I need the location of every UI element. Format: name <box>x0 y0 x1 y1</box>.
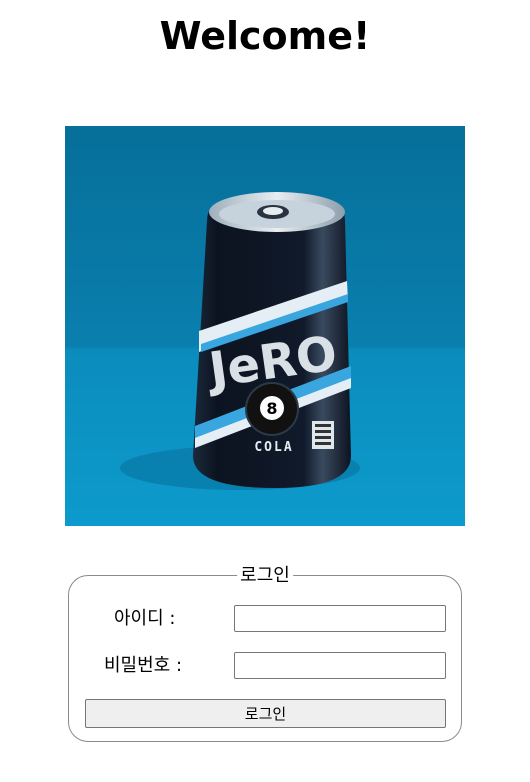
cola-can-image: JeRO 8 COLA <box>65 126 465 526</box>
password-input[interactable] <box>234 652 446 679</box>
login-fieldset: 로그인 아이디 : 비밀번호 : 로그인 <box>68 565 462 742</box>
ball-number: 8 <box>266 399 277 418</box>
password-label: 비밀번호 : <box>104 655 183 676</box>
login-button[interactable]: 로그인 <box>85 699 446 728</box>
page-title: Welcome! <box>159 14 371 58</box>
id-label: 아이디 : <box>114 608 176 629</box>
login-legend: 로그인 <box>237 565 293 587</box>
id-input[interactable] <box>234 605 446 632</box>
product-text: COLA <box>254 440 293 455</box>
